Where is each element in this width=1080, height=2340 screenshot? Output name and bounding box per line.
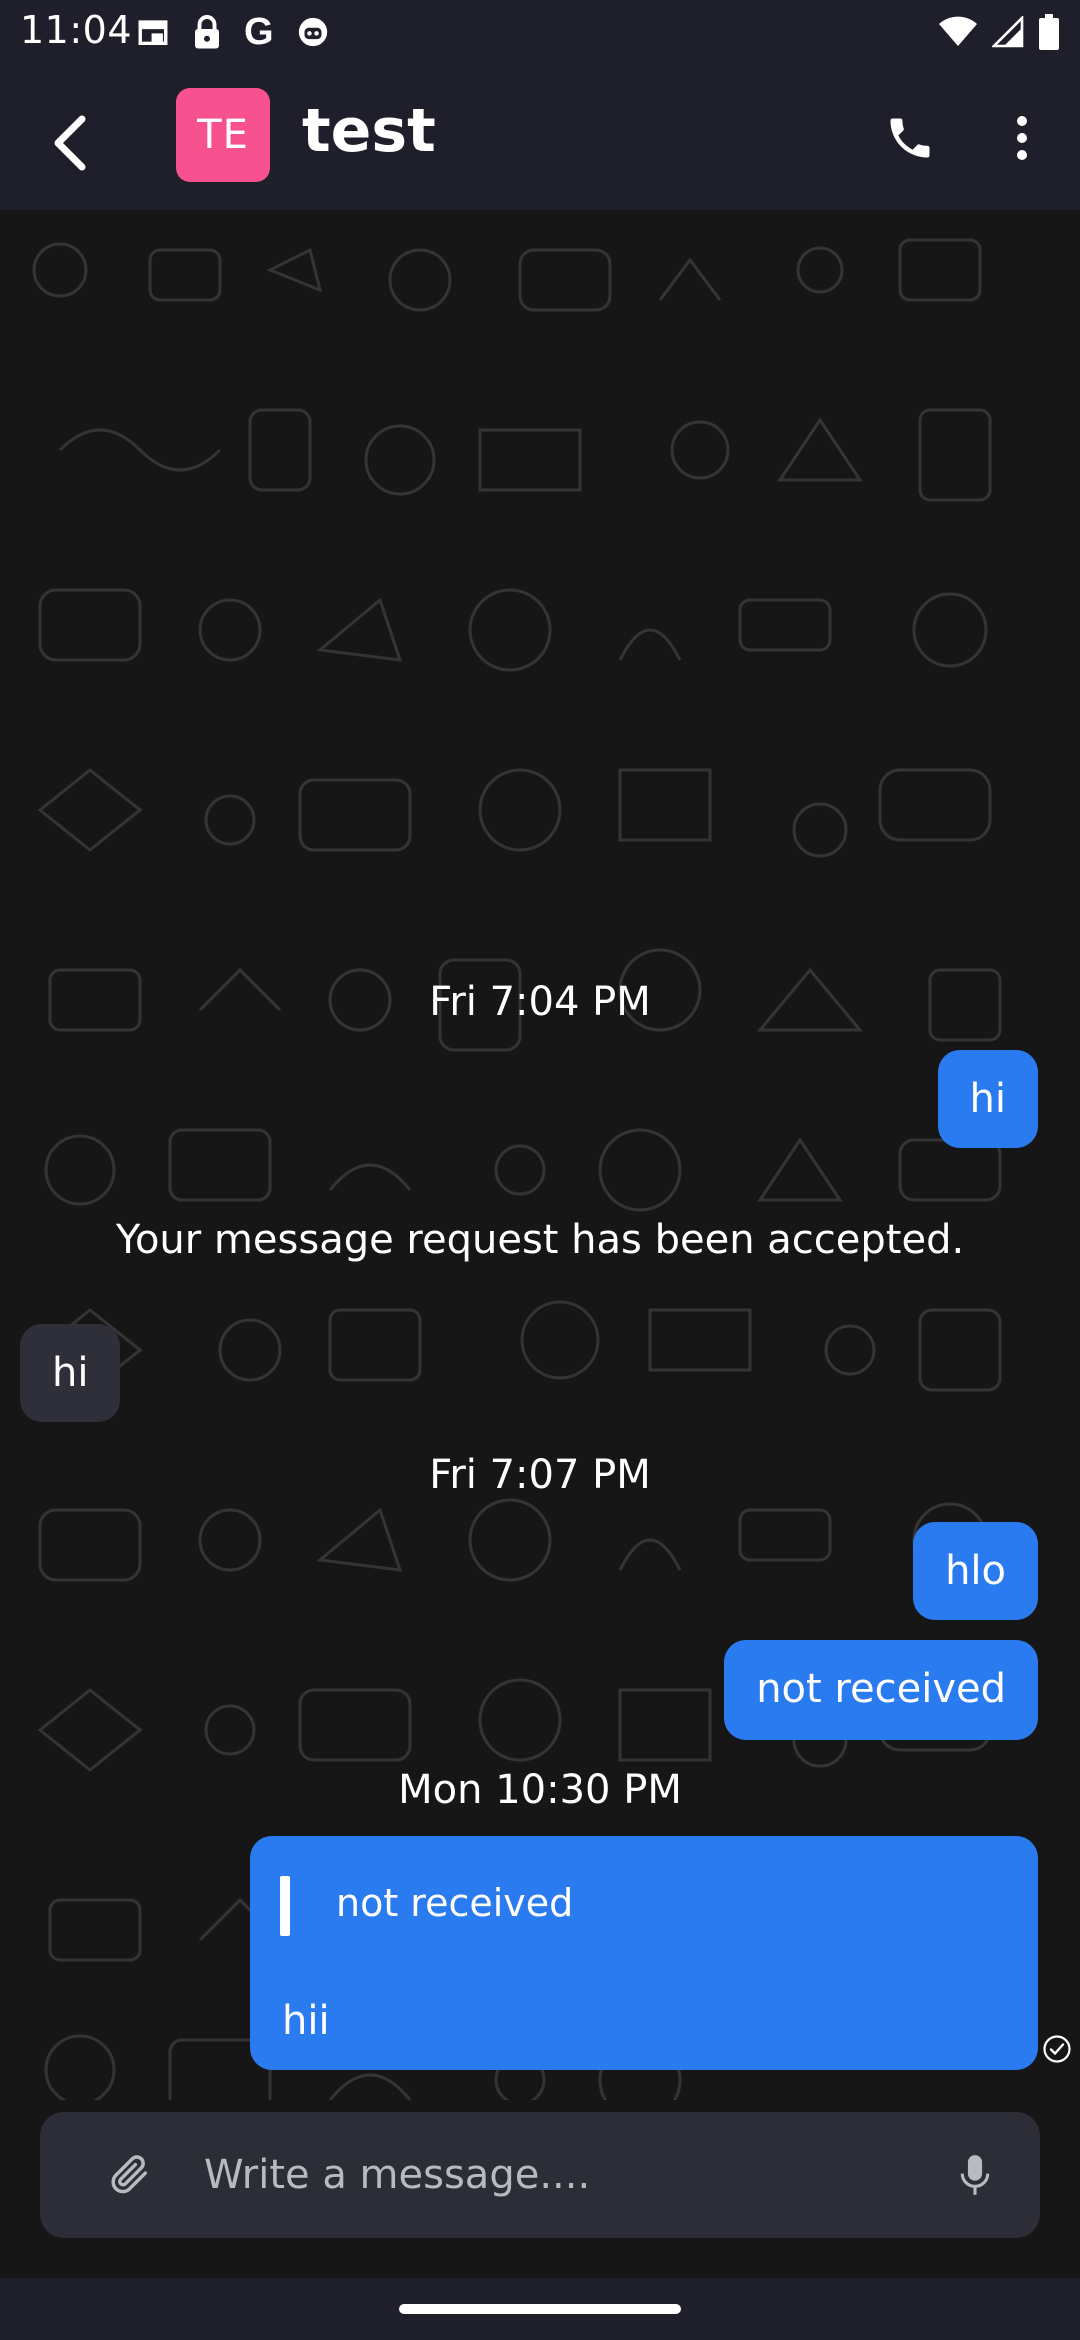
bot-icon (296, 15, 330, 49)
message-bubble-reply[interactable]: not received hii (250, 1836, 1038, 2070)
status-icons-left: G (136, 12, 330, 52)
paperclip-icon (107, 2151, 153, 2201)
timestamp: Fri 7:07 PM (429, 1452, 651, 1498)
quote-bar (280, 1876, 290, 1936)
message-bubble-outgoing[interactable]: not received (724, 1640, 1038, 1740)
signal-icon (992, 16, 1024, 48)
message-input[interactable] (204, 2136, 924, 2214)
status-bar: 11:04 G (0, 0, 1080, 64)
timestamp: Mon 10:30 PM (398, 1767, 682, 1813)
status-time: 11:04 (20, 8, 133, 52)
page-title[interactable]: test (302, 92, 436, 170)
mic-button[interactable] (940, 2142, 1010, 2212)
more-options-button[interactable] (1000, 96, 1044, 184)
status-icons-right (938, 12, 1060, 52)
composer-area (0, 2100, 1080, 2278)
back-arrow-icon (50, 115, 90, 175)
message-bubble-outgoing[interactable]: hi (937, 1050, 1038, 1148)
chat-screen: 11:04 G TE test Fri 7:04 PM hi Your mess… (0, 0, 1080, 2340)
message-text: hlo (945, 1548, 1006, 1594)
message-composer (40, 2112, 1040, 2238)
message-list[interactable]: Fri 7:04 PM hi Your message request has … (0, 210, 1080, 2132)
lock-icon (192, 14, 222, 50)
home-indicator[interactable] (399, 2304, 681, 2314)
mic-icon (958, 2152, 992, 2202)
navigation-bar (0, 2278, 1080, 2340)
chat-header: TE test (0, 64, 1080, 210)
call-button[interactable] (866, 96, 954, 184)
google-icon: G (244, 11, 274, 53)
message-text: hii (282, 1998, 330, 2044)
message-text: not received (756, 1666, 1006, 1712)
quoted-message-text[interactable]: not received (336, 1878, 573, 1928)
attach-button[interactable] (92, 2138, 168, 2214)
battery-icon (1038, 14, 1060, 50)
message-bubble-outgoing[interactable]: hlo (913, 1522, 1038, 1620)
wifi-icon (938, 16, 978, 48)
phone-icon (884, 112, 936, 168)
calendar-icon (136, 15, 170, 49)
more-vertical-icon (1014, 114, 1030, 166)
delivered-check-icon (1042, 2034, 1072, 2064)
back-button[interactable] (26, 101, 114, 189)
system-message: Your message request has been accepted. (115, 1217, 965, 1263)
message-bubble-incoming[interactable]: hi (20, 1324, 121, 1422)
message-text: hi (969, 1076, 1006, 1122)
timestamp: Fri 7:04 PM (429, 979, 651, 1025)
message-text: hi (52, 1350, 89, 1396)
avatar[interactable]: TE (176, 88, 270, 182)
